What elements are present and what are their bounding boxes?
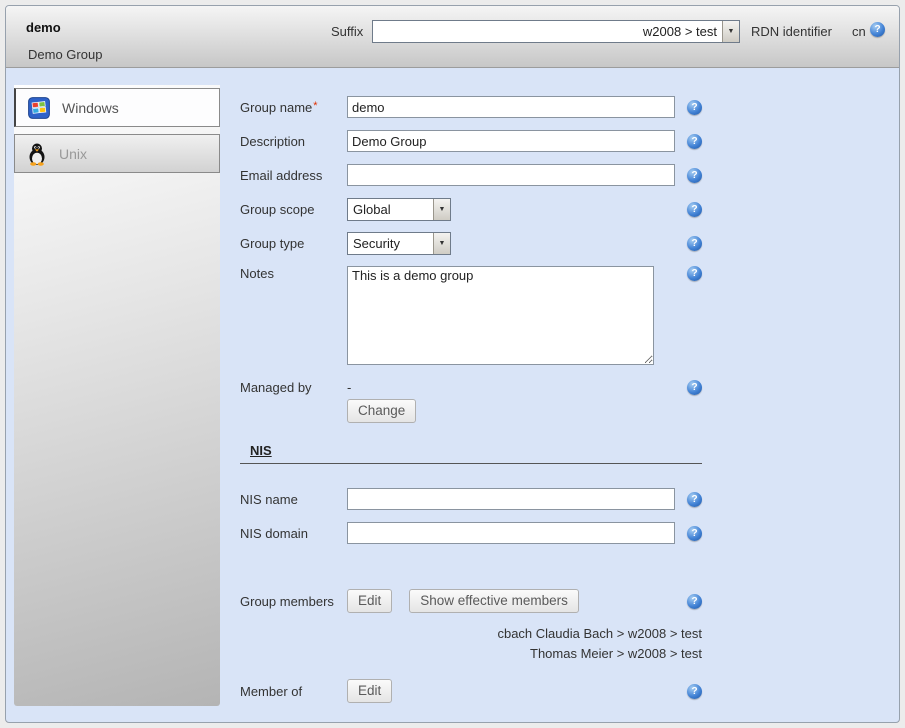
description-input[interactable] [347, 130, 675, 152]
nis-domain-label: NIS domain [240, 526, 347, 541]
managed-by-value: - [347, 380, 351, 395]
group-members-row: Group members Edit Show effective member… [240, 590, 702, 612]
group-scope-select[interactable]: Global ▼ [347, 198, 451, 221]
help-icon[interactable]: ? [687, 236, 702, 251]
help-icon[interactable]: ? [687, 684, 702, 699]
group-type-select[interactable]: Security ▼ [347, 232, 451, 255]
help-icon[interactable]: ? [687, 168, 702, 183]
member-of-edit-button[interactable]: Edit [347, 679, 392, 703]
group-scope-label: Group scope [240, 202, 347, 217]
page-subtitle: Demo Group [28, 47, 102, 62]
tab-unix[interactable]: Unix [14, 134, 220, 173]
page: demo Demo Group Suffix w2008 > test ▼ RD… [0, 0, 905, 728]
managed-by-label: Managed by [240, 380, 347, 395]
chevron-down-icon: ▼ [433, 199, 450, 220]
description-label: Description [240, 134, 347, 149]
help-icon[interactable]: ? [687, 492, 702, 507]
member-of-row: Member of Edit ? [240, 680, 702, 702]
group-form: Group name* ? Description ? Email addres… [240, 85, 702, 714]
required-marker: * [313, 100, 317, 112]
nis-domain-input[interactable] [347, 522, 675, 544]
nis-name-row: NIS name ? [240, 488, 702, 510]
nis-heading-text: NIS [250, 443, 272, 458]
managed-by-actions: Change [347, 399, 702, 423]
chevron-down-icon: ▼ [722, 21, 739, 42]
email-input[interactable] [347, 164, 675, 186]
group-type-row: Group type Security ▼ ? [240, 232, 702, 254]
member-item: cbach Claudia Bach > w2008 > test [240, 624, 702, 644]
module-sidebar: Windows [14, 85, 220, 706]
notes-textarea[interactable]: This is a demo group [347, 266, 654, 365]
help-icon[interactable]: ? [687, 134, 702, 149]
help-icon[interactable]: ? [687, 380, 702, 395]
group-type-label: Group type [240, 236, 347, 251]
managed-by-row: Managed by - ? [240, 377, 702, 397]
group-members-edit-button[interactable]: Edit [347, 589, 392, 613]
help-icon[interactable]: ? [687, 266, 702, 281]
header: demo Demo Group Suffix w2008 > test ▼ RD… [6, 6, 899, 68]
tab-windows[interactable]: Windows [14, 88, 220, 127]
help-icon[interactable]: ? [687, 100, 702, 115]
group-members-label: Group members [240, 594, 347, 609]
nis-name-label: NIS name [240, 492, 347, 507]
notes-row: Notes This is a demo group ? [240, 266, 702, 365]
email-row: Email address ? [240, 164, 702, 186]
nis-section-heading: NIS [240, 443, 702, 464]
show-effective-members-button[interactable]: Show effective members [409, 589, 579, 613]
group-scope-value: Global [348, 199, 433, 220]
rdn-identifier-value: cn [852, 24, 866, 39]
description-row: Description ? [240, 130, 702, 152]
email-label: Email address [240, 168, 347, 183]
windows-logo-icon [28, 97, 50, 119]
help-icon[interactable]: ? [687, 202, 702, 217]
member-of-label: Member of [240, 684, 347, 699]
nis-domain-row: NIS domain ? [240, 522, 702, 544]
group-name-input[interactable] [347, 96, 675, 118]
group-name-label: Group name* [240, 100, 347, 115]
suffix-select-value: w2008 > test [373, 21, 722, 42]
suffix-select[interactable]: w2008 > test ▼ [372, 20, 740, 43]
member-item: Thomas Meier > w2008 > test [240, 644, 702, 664]
help-icon[interactable]: ? [687, 594, 702, 609]
tux-penguin-icon [27, 142, 47, 166]
nis-name-input[interactable] [347, 488, 675, 510]
page-title: demo [26, 20, 61, 35]
group-name-row: Group name* ? [240, 96, 702, 118]
group-scope-row: Group scope Global ▼ ? [240, 198, 702, 220]
group-edit-window: demo Demo Group Suffix w2008 > test ▼ RD… [5, 5, 900, 723]
rdn-identifier-label: RDN identifier [751, 24, 832, 39]
suffix-label: Suffix [331, 24, 363, 39]
help-icon[interactable]: ? [870, 22, 885, 37]
help-icon[interactable]: ? [687, 526, 702, 541]
group-type-value: Security [348, 233, 433, 254]
tab-windows-label: Windows [62, 100, 119, 116]
notes-label: Notes [240, 266, 347, 281]
group-members-list: cbach Claudia Bach > w2008 > test Thomas… [240, 624, 702, 664]
chevron-down-icon: ▼ [433, 233, 450, 254]
tab-unix-label: Unix [59, 146, 87, 162]
change-button[interactable]: Change [347, 399, 416, 423]
